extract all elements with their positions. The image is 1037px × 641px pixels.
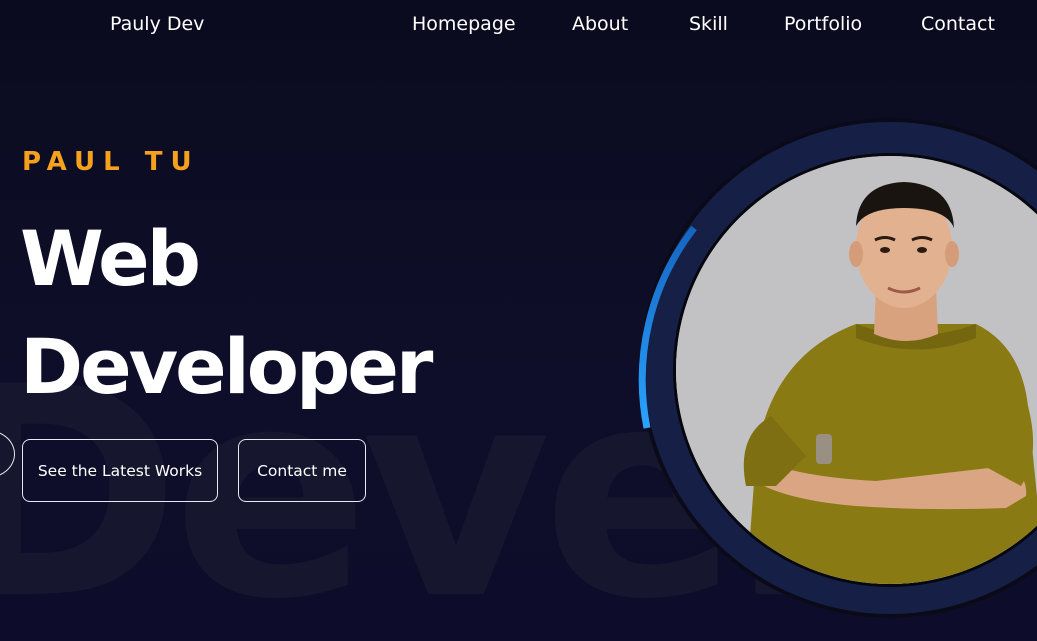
hero-eyebrow-name: PAUL TU [22,147,200,177]
nav-link-about[interactable]: About [572,13,628,35]
headline-line-2: Developer [20,322,433,411]
hero-headline: Web Developer [20,205,433,421]
brand-logo[interactable]: Pauly Dev [110,13,204,35]
carousel-prev-control[interactable] [0,430,15,478]
see-latest-works-button[interactable]: See the Latest Works [22,439,218,502]
nav-link-portfolio[interactable]: Portfolio [784,13,862,35]
contact-me-button[interactable]: Contact me [238,439,366,502]
page: Developer Pauly Dev Homepage About Skill… [0,0,1037,641]
nav-link-homepage[interactable]: Homepage [412,13,516,35]
nav-link-skill[interactable]: Skill [689,13,728,35]
portrait-illustration [676,156,1037,584]
navbar: Pauly Dev Homepage About Skill Portfolio… [0,0,1037,52]
avatar-photo [673,153,1037,587]
headline-line-1: Web [20,214,201,303]
nav-link-contact[interactable]: Contact [921,13,995,35]
